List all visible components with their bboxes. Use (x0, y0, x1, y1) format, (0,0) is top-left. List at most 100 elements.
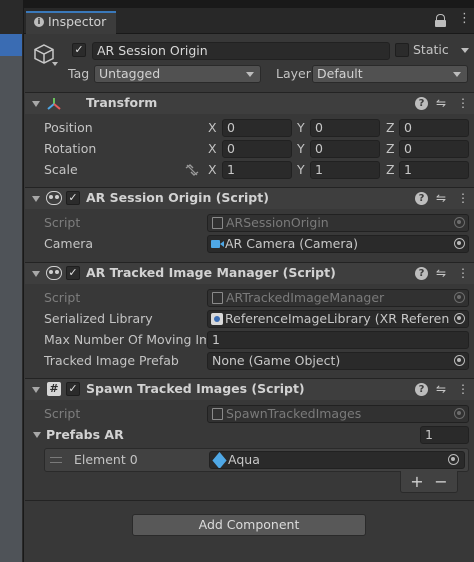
scale-z-field[interactable]: 1 (399, 161, 469, 179)
rotation-y-field[interactable]: 0 (310, 140, 380, 158)
chevron-down-icon (246, 72, 254, 77)
tag-value: Untagged (99, 66, 161, 81)
tracked-image-prefab-value: None (Game Object) (212, 353, 341, 368)
tag-dropdown[interactable]: Untagged (94, 65, 261, 83)
foldout-arrow-icon[interactable] (32, 387, 40, 393)
position-y-field[interactable]: 0 (310, 119, 380, 137)
layer-dropdown[interactable]: Default (312, 65, 468, 83)
tracked-image-prefab-field[interactable]: None (Game Object) (207, 352, 469, 370)
gameobject-icon-dropdown[interactable] (52, 62, 58, 66)
position-z-field[interactable]: 0 (399, 119, 469, 137)
foldout-arrow-icon[interactable] (32, 271, 40, 277)
prefabs-array-size-field[interactable]: 1 (420, 426, 469, 444)
static-label: Static (413, 42, 449, 57)
script-file-icon (212, 217, 223, 229)
script-value: SpawnTrackedImages (226, 406, 362, 421)
position-z-label: Z (386, 120, 395, 135)
script-field: ARTrackedImageManager (207, 289, 469, 307)
spawn-tracked-images-title: Spawn Tracked Images (Script) (86, 381, 305, 396)
help-icon[interactable]: ? (415, 97, 428, 110)
camera-label: Camera (44, 236, 94, 251)
position-x-label: X (208, 120, 217, 135)
constrain-proportions-icon[interactable] (185, 164, 199, 176)
rotation-z-field[interactable]: 0 (399, 140, 469, 158)
object-picker-icon (454, 217, 465, 228)
active-checkbox[interactable]: ✓ (72, 43, 86, 57)
spawn-tracked-images-enabled-checkbox[interactable]: ✓ (66, 382, 80, 396)
ar-session-origin-title: AR Session Origin (Script) (86, 190, 269, 205)
tag-label: Tag (68, 66, 90, 81)
layer-value: Default (317, 66, 363, 81)
layer-label: Layer (276, 66, 311, 81)
max-moving-images-field[interactable]: 1 (207, 331, 469, 349)
script-value: ARTrackedImageManager (226, 290, 385, 305)
prefabs-foldout-arrow-icon[interactable] (33, 432, 41, 438)
rotation-label: Rotation (44, 141, 97, 156)
presets-icon[interactable]: ⇋ (434, 382, 448, 396)
context-menu-icon[interactable]: ⋮ (456, 191, 470, 205)
static-checkbox[interactable] (395, 43, 409, 57)
add-element-button[interactable]: + (408, 472, 426, 492)
help-icon[interactable]: ? (415, 383, 428, 396)
context-menu-icon[interactable]: ⋮ (456, 96, 470, 110)
rotation-x-label: X (208, 141, 217, 156)
foldout-arrow-icon[interactable] (32, 196, 40, 202)
add-component-button[interactable]: Add Component (132, 514, 366, 536)
ar-component-icon (46, 191, 62, 205)
prefabs-ar-label[interactable]: Prefabs AR (46, 426, 124, 444)
scale-y-label: Y (297, 162, 305, 177)
scale-x-field[interactable]: 1 (222, 161, 292, 179)
context-menu-icon[interactable]: ⋮ (456, 266, 470, 280)
help-icon[interactable]: ? (415, 192, 428, 205)
scene-view-sliver (0, 34, 22, 562)
position-label: Position (44, 120, 93, 135)
ar-tracked-image-manager-title: AR Tracked Image Manager (Script) (86, 265, 336, 280)
help-icon[interactable]: ? (415, 267, 428, 280)
presets-icon[interactable]: ⇋ (434, 266, 448, 280)
ar-session-origin-enabled-checkbox[interactable]: ✓ (66, 191, 80, 205)
chevron-down-icon (453, 72, 461, 77)
script-file-icon (212, 292, 223, 304)
serialized-library-field[interactable]: ReferenceImageLibrary (XR Reference I (207, 310, 469, 328)
element-0-field[interactable]: Aqua (209, 451, 465, 469)
object-picker-icon (454, 408, 465, 419)
element-0-label: Element 0 (74, 452, 138, 467)
presets-icon[interactable]: ⇋ (434, 191, 448, 205)
foldout-arrow-icon[interactable] (32, 101, 40, 107)
tracked-image-prefab-label: Tracked Image Prefab (44, 353, 179, 368)
max-moving-images-label: Max Number Of Moving Images (44, 332, 206, 347)
object-picker-icon[interactable] (448, 454, 459, 465)
object-picker-icon[interactable] (454, 355, 465, 366)
scene-toolbar-sliver (0, 34, 22, 56)
remove-element-button[interactable]: − (432, 472, 450, 492)
presets-icon[interactable]: ⇋ (434, 96, 448, 110)
position-x-field[interactable]: 0 (222, 119, 292, 137)
transform-icon (46, 96, 62, 112)
rotation-z-label: Z (386, 141, 395, 156)
ar-tracked-image-manager-enabled-checkbox[interactable]: ✓ (66, 266, 80, 280)
drag-handle-icon[interactable] (50, 457, 62, 463)
tab-title: Inspector (48, 14, 107, 29)
scale-z-label: Z (386, 162, 395, 177)
object-picker-icon[interactable] (454, 313, 465, 324)
tab-menu-icon[interactable]: ⋮ (458, 12, 471, 25)
serialized-library-value: ReferenceImageLibrary (XR Reference I (225, 311, 469, 326)
script-label: Script (44, 215, 81, 230)
prefab-icon (212, 452, 227, 468)
object-picker-icon[interactable] (454, 238, 465, 249)
max-moving-images-label-clip: Max Number Of Moving Images (44, 331, 206, 349)
rotation-x-field[interactable]: 0 (222, 140, 292, 158)
camera-icon (211, 240, 224, 248)
csharp-script-icon: # (47, 382, 61, 396)
script-field: ARSessionOrigin (207, 214, 469, 232)
object-name-field[interactable]: AR Session Origin (92, 42, 390, 60)
camera-field[interactable]: AR Camera (Camera) (207, 235, 469, 253)
element-0-value: Aqua (228, 452, 260, 467)
tab-inspector[interactable]: i Inspector (26, 11, 116, 34)
context-menu-icon[interactable]: ⋮ (456, 382, 470, 396)
script-file-icon (212, 408, 223, 420)
rotation-y-label: Y (297, 141, 305, 156)
scale-y-field[interactable]: 1 (310, 161, 380, 179)
static-dropdown-icon[interactable] (461, 48, 469, 53)
components-divider (25, 500, 474, 501)
